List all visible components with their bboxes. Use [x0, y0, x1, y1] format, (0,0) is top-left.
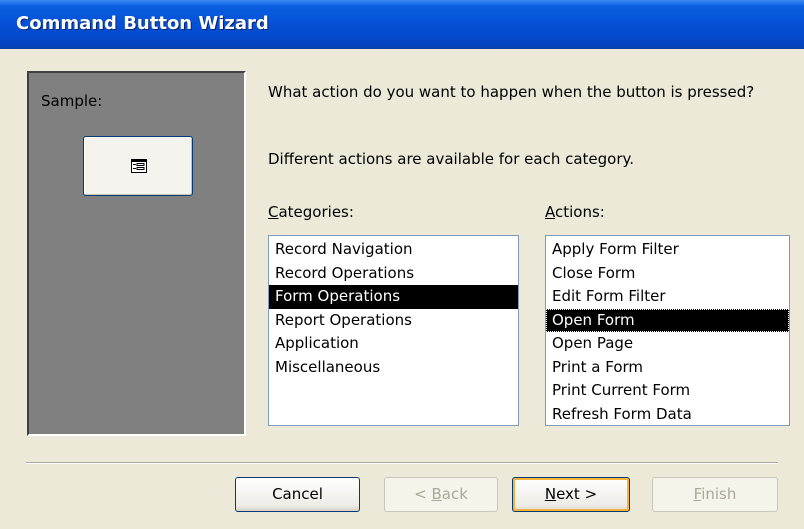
- back-button[interactable]: < Back: [384, 477, 498, 512]
- categories-label-text: ategories:: [278, 203, 354, 221]
- categories-list-item[interactable]: Record Navigation: [269, 238, 518, 262]
- actions-list-item[interactable]: Refresh Form Data: [546, 403, 789, 426]
- categories-label-accelerator: C: [268, 203, 279, 221]
- back-button-prefix: <: [414, 485, 432, 503]
- categories-listbox[interactable]: Record Navigation Record Operations Form O…: [268, 235, 519, 426]
- back-button-text: ack: [441, 485, 468, 503]
- button-divider: [26, 462, 778, 464]
- categories-list-item[interactable]: Record Operations: [269, 262, 518, 286]
- window-title: Command Button Wizard: [16, 13, 269, 34]
- next-button[interactable]: Next >: [512, 477, 630, 512]
- actions-label-accelerator: A: [545, 203, 555, 221]
- sample-button-preview: [83, 136, 193, 196]
- finish-button[interactable]: Finish: [652, 477, 778, 512]
- categories-label: Categories:: [268, 203, 354, 221]
- sample-label: Sample:: [41, 92, 103, 110]
- actions-label: Actions:: [545, 203, 605, 221]
- actions-list-item[interactable]: Edit Form Filter: [546, 285, 789, 309]
- next-button-text: ext >: [556, 485, 598, 503]
- actions-list-item[interactable]: Open Page: [546, 332, 789, 356]
- actions-list-item[interactable]: Print Current Form: [546, 379, 789, 403]
- actions-list-item[interactable]: Close Form: [546, 262, 789, 286]
- command-button-wizard-window: Command Button Wizard Sample: What actio…: [0, 0, 804, 529]
- cancel-button[interactable]: Cancel: [235, 477, 360, 512]
- actions-list-item[interactable]: Apply Form Filter: [546, 238, 789, 262]
- finish-button-text: inish: [701, 485, 737, 503]
- next-button-accelerator: N: [544, 485, 557, 503]
- actions-label-text: ctions:: [555, 203, 605, 221]
- actions-list-item[interactable]: Print a Form: [546, 356, 789, 380]
- title-bar[interactable]: Command Button Wizard: [0, 0, 804, 49]
- category-info-text: Different actions are available for each…: [268, 150, 635, 168]
- action-prompt: What action do you want to happen when t…: [268, 83, 755, 101]
- categories-list-item[interactable]: Miscellaneous: [269, 356, 518, 380]
- actions-list-item[interactable]: Open Form: [546, 308, 789, 332]
- sample-panel: Sample:: [27, 71, 246, 436]
- categories-list-item[interactable]: Application: [269, 332, 518, 356]
- actions-listbox[interactable]: Apply Form Filter Close Form Edit Form Fil…: [545, 235, 790, 426]
- categories-list-item[interactable]: Form Operations: [269, 285, 518, 309]
- form-icon: [131, 159, 147, 173]
- categories-list-item[interactable]: Report Operations: [269, 309, 518, 333]
- back-button-accelerator: B: [431, 485, 442, 503]
